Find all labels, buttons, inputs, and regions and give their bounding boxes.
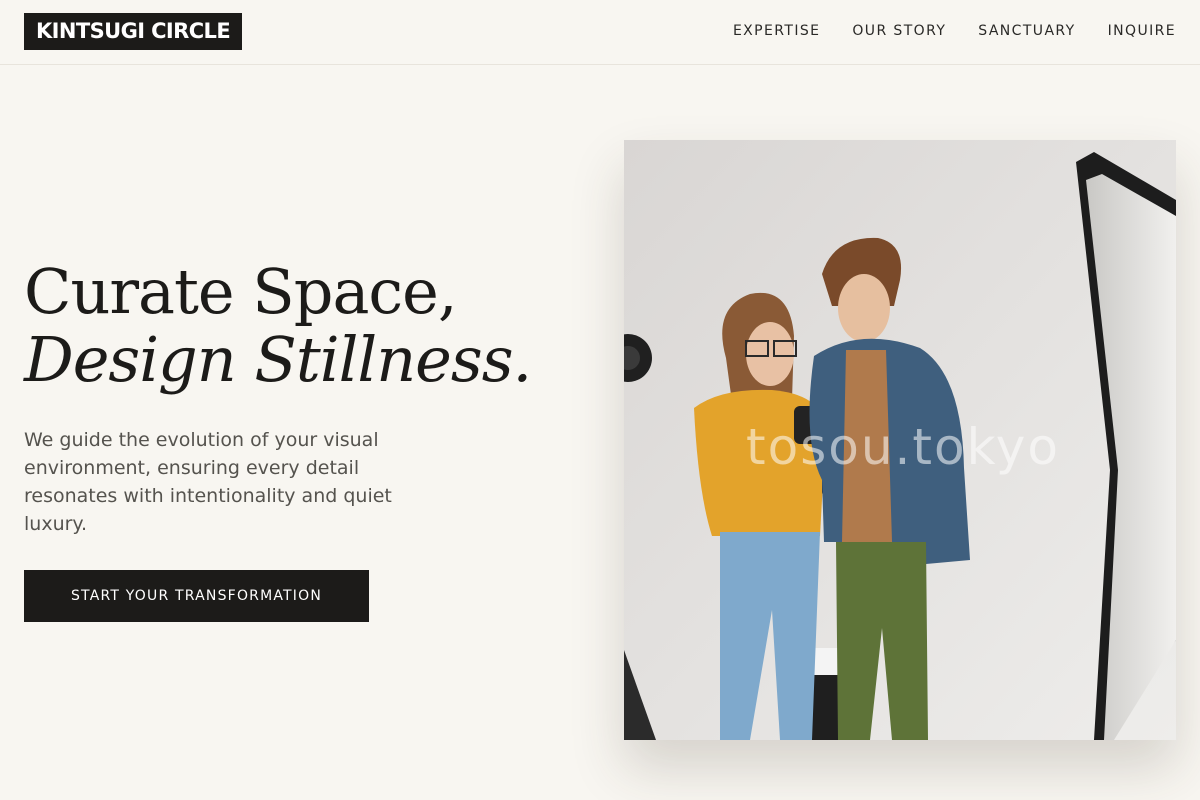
nav-link-inquire[interactable]: INQUIRE [1108, 23, 1176, 39]
nav-link-sanctuary[interactable]: SANCTUARY [978, 23, 1075, 39]
start-transformation-button[interactable]: START YOUR TRANSFORMATION [24, 570, 369, 622]
main-nav: EXPERTISE OUR STORY SANCTUARY INQUIRE [733, 0, 1176, 62]
nav-link-expertise[interactable]: EXPERTISE [733, 23, 820, 39]
hero-title-line-1: Curate Space, [24, 255, 458, 328]
hero-title-line-2: Design Stillness. [24, 323, 532, 396]
nav-link-our-story[interactable]: OUR STORY [852, 23, 946, 39]
hero-photo: tosou.tokyo [624, 140, 1176, 740]
hero-subtitle: We guide the evolution of your visual en… [24, 429, 392, 535]
hero-title: Curate Space, Design Stillness. [24, 258, 604, 394]
site-header: KINTSUGI CIRCLE EXPERTISE OUR STORY SANC… [0, 0, 1200, 65]
photo-watermark: tosou.tokyo [746, 418, 1060, 476]
logo[interactable]: KINTSUGI CIRCLE [24, 13, 243, 50]
